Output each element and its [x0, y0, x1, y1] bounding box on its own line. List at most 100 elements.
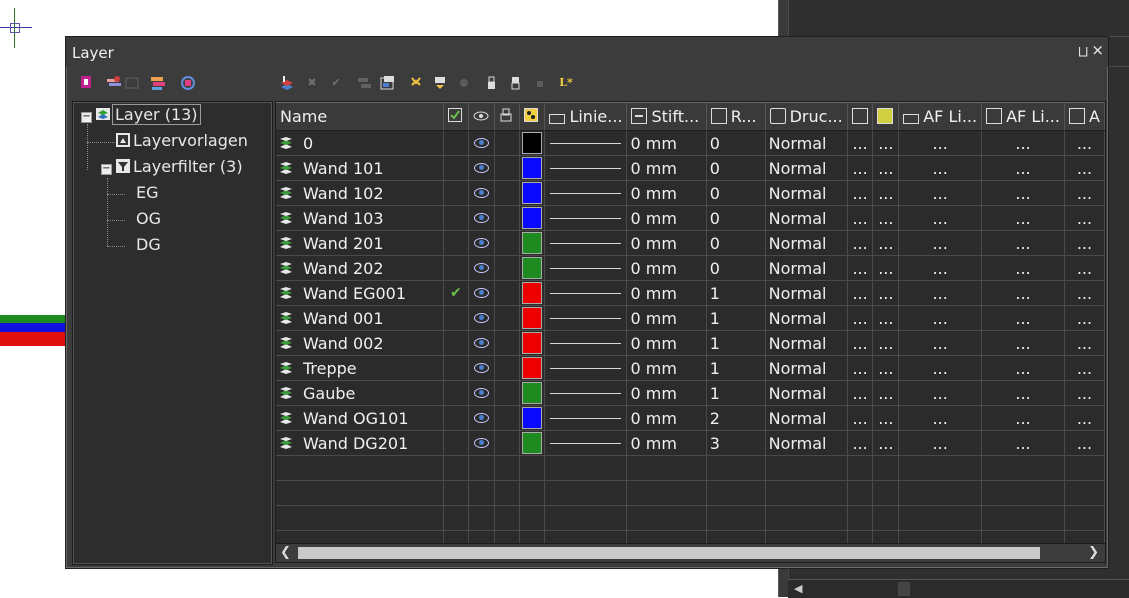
- vpcolor-cell[interactable]: ...: [872, 130, 900, 156]
- lock-cell[interactable]: [494, 380, 521, 406]
- column-header-linetype[interactable]: Linie...: [544, 102, 628, 131]
- vpcolor-cell[interactable]: ...: [872, 280, 900, 306]
- linetype-cell[interactable]: [544, 405, 628, 431]
- vpcolor-cell[interactable]: ...: [872, 230, 900, 256]
- visible-cell[interactable]: [468, 430, 495, 456]
- print-cell[interactable]: Normal: [765, 430, 848, 456]
- af-line2-cell[interactable]: ...: [981, 405, 1065, 431]
- color-cell[interactable]: [519, 380, 546, 406]
- af-line1-cell[interactable]: ...: [898, 155, 983, 181]
- pen-cell[interactable]: 0 mm: [626, 280, 707, 306]
- af-line1-cell[interactable]: ...: [898, 255, 983, 281]
- lock-cell[interactable]: [494, 230, 521, 256]
- linetype-cell[interactable]: [544, 130, 628, 156]
- scroll-left-arrow-icon[interactable]: ❮: [280, 545, 291, 560]
- a-cell[interactable]: ...: [1064, 305, 1105, 331]
- print-cell[interactable]: Normal: [765, 355, 848, 381]
- color-cell[interactable]: [519, 130, 546, 156]
- pin-icon[interactable]: ⨆: [1078, 44, 1088, 59]
- color-cell[interactable]: [519, 405, 546, 431]
- plot-cell[interactable]: ...: [847, 155, 874, 181]
- layer-name-cell[interactable]: Wand OG101: [276, 405, 444, 431]
- pen-cell[interactable]: 0 mm: [626, 180, 707, 206]
- tree-node-filter-eg[interactable]: EG: [136, 182, 159, 204]
- print-cell[interactable]: Normal: [765, 405, 848, 431]
- lock-cell[interactable]: [494, 205, 521, 231]
- r-cell[interactable]: 0: [706, 255, 766, 281]
- af-line2-cell[interactable]: ...: [981, 380, 1065, 406]
- plot-cell[interactable]: ...: [847, 405, 874, 431]
- lock-icon[interactable]: [484, 75, 500, 91]
- a-cell[interactable]: ...: [1064, 130, 1105, 156]
- layer-name-cell[interactable]: Wand 103: [276, 205, 444, 231]
- plot-cell[interactable]: ...: [847, 355, 874, 381]
- pen-cell[interactable]: 0 mm: [626, 305, 707, 331]
- linetype-cell[interactable]: [544, 330, 628, 356]
- linetype-cell[interactable]: [544, 280, 628, 306]
- af-line1-cell[interactable]: ...: [898, 230, 983, 256]
- layer-name-cell[interactable]: Wand EG001: [276, 280, 444, 306]
- unisolate-icon[interactable]: [432, 75, 448, 91]
- current-cell[interactable]: ✔: [443, 280, 470, 306]
- a-cell[interactable]: ...: [1064, 155, 1105, 181]
- pen-cell[interactable]: 0 mm: [626, 405, 707, 431]
- linetype-cell[interactable]: [544, 355, 628, 381]
- column-header-a[interactable]: A: [1064, 102, 1105, 131]
- table-row[interactable]: Wand 002 0 mm 1 Normal...............: [276, 330, 1105, 356]
- print-cell[interactable]: Normal: [765, 380, 848, 406]
- current-cell[interactable]: [443, 205, 470, 231]
- vpcolor-cell[interactable]: ...: [872, 205, 900, 231]
- print-cell[interactable]: Normal: [765, 155, 848, 181]
- current-cell[interactable]: [443, 330, 470, 356]
- column-header-lock[interactable]: [494, 102, 521, 131]
- print-cell[interactable]: Normal: [765, 130, 848, 156]
- layer-name-cell[interactable]: Treppe: [276, 355, 444, 381]
- af-line2-cell[interactable]: ...: [981, 205, 1065, 231]
- plot-cell[interactable]: ...: [847, 205, 874, 231]
- vpcolor-cell[interactable]: ...: [872, 155, 900, 181]
- print-cell[interactable]: Normal: [765, 205, 848, 231]
- vpcolor-cell[interactable]: ...: [872, 330, 900, 356]
- plot-cell[interactable]: ...: [847, 380, 874, 406]
- af-line2-cell[interactable]: ...: [981, 230, 1065, 256]
- lock-cell[interactable]: [494, 405, 521, 431]
- a-cell[interactable]: ...: [1064, 255, 1105, 281]
- r-cell[interactable]: 1: [706, 305, 766, 331]
- r-cell[interactable]: 0: [706, 180, 766, 206]
- collapse-toggle-root[interactable]: −: [81, 112, 92, 123]
- column-header-vpcolor[interactable]: [872, 102, 900, 131]
- pen-cell[interactable]: 0 mm: [626, 130, 707, 156]
- column-header-print[interactable]: Druc...: [765, 102, 848, 131]
- af-line1-cell[interactable]: ...: [898, 280, 983, 306]
- layer-name-cell[interactable]: Wand 102: [276, 180, 444, 206]
- r-cell[interactable]: 1: [706, 380, 766, 406]
- tree-node-layerfilter[interactable]: Layerfilter (3): [115, 156, 243, 178]
- r-cell[interactable]: 1: [706, 355, 766, 381]
- vpcolor-cell[interactable]: ...: [872, 255, 900, 281]
- color-cell[interactable]: [519, 355, 546, 381]
- table-row[interactable]: 00 mm 0 Normal...............: [276, 130, 1105, 156]
- af-line1-cell[interactable]: ...: [898, 305, 983, 331]
- r-cell[interactable]: 3: [706, 430, 766, 456]
- vpcolor-cell[interactable]: ...: [872, 405, 900, 431]
- pen-cell[interactable]: 0 mm: [626, 255, 707, 281]
- pen-cell[interactable]: 0 mm: [626, 430, 707, 456]
- a-cell[interactable]: ...: [1064, 280, 1105, 306]
- af-line1-cell[interactable]: ...: [898, 380, 983, 406]
- r-cell[interactable]: 0: [706, 205, 766, 231]
- af-line1-cell[interactable]: ...: [898, 130, 983, 156]
- a-cell[interactable]: ...: [1064, 430, 1105, 456]
- linetype-cell[interactable]: [544, 305, 628, 331]
- layer-name-cell[interactable]: Gaube: [276, 380, 444, 406]
- lock-cell[interactable]: [494, 180, 521, 206]
- lock-cell[interactable]: [494, 330, 521, 356]
- table-row[interactable]: Wand 201 0 mm 0 Normal...............: [276, 230, 1105, 256]
- lock-cell[interactable]: [494, 255, 521, 281]
- print-cell[interactable]: Normal: [765, 230, 848, 256]
- collapse-toggle-filters[interactable]: −: [101, 164, 112, 175]
- print-cell[interactable]: Normal: [765, 280, 848, 306]
- color-cell[interactable]: [519, 280, 546, 306]
- a-cell[interactable]: ...: [1064, 180, 1105, 206]
- af-line1-cell[interactable]: ...: [898, 430, 983, 456]
- current-cell[interactable]: [443, 355, 470, 381]
